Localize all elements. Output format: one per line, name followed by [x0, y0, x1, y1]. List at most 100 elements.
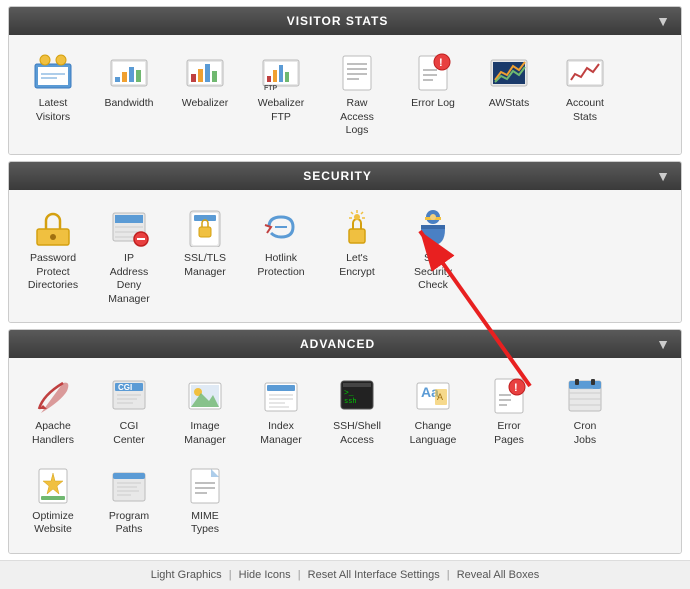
image-manager-icon — [184, 374, 226, 416]
ssh-shell-label: SSH/ShellAccess — [333, 420, 381, 447]
program-paths-icon — [108, 464, 150, 506]
cgi-center-item[interactable]: CGI CGICenter — [93, 368, 165, 453]
image-manager-item[interactable]: ImageManager — [169, 368, 241, 453]
advanced-header: ADVANCED ▼ — [9, 330, 681, 358]
ssl-tls-icon — [184, 206, 226, 248]
cron-jobs-label: CronJobs — [574, 420, 597, 447]
index-manager-icon — [260, 374, 302, 416]
mime-icon — [184, 464, 226, 506]
visitors-icon — [32, 51, 74, 93]
error-pages-item[interactable]: ! ErrorPages — [473, 368, 545, 453]
webalizer-ftp-label: WebalizerFTP — [258, 97, 305, 124]
visitor-stats-title: VISITOR STATS — [19, 14, 656, 28]
webalizer-label: Webalizer — [182, 97, 229, 111]
ssl-tls-label: SSL/TLSManager — [184, 252, 226, 279]
raw-access-label: RawAccessLogs — [340, 97, 374, 138]
security-title: SECURITY — [19, 169, 656, 183]
cgi-center-label: CGICenter — [113, 420, 145, 447]
visitor-stats-header: VISITOR STATS ▼ — [9, 7, 681, 35]
webalizer-ftp-icon: FTP — [260, 51, 302, 93]
ip-deny-label: IPAddressDenyManager — [108, 252, 149, 307]
bandwidth-item[interactable]: Bandwidth — [93, 45, 165, 144]
webalizer-icon — [184, 51, 226, 93]
hotlink-icon — [260, 206, 302, 248]
error-pages-label: ErrorPages — [494, 420, 524, 447]
visitor-stats-collapse[interactable]: ▼ — [656, 13, 671, 29]
advanced-body: ApacheHandlers CGI CGICenter — [9, 358, 681, 553]
svg-text:A: A — [437, 392, 443, 402]
light-graphics-link[interactable]: Light Graphics — [151, 569, 222, 581]
svg-text:>_: >_ — [344, 389, 354, 398]
error-log-label: Error Log — [411, 97, 455, 111]
latest-visitors-label: LatestVisitors — [36, 97, 70, 124]
program-paths-item[interactable]: ProgramPaths — [93, 458, 165, 543]
cron-jobs-item[interactable]: CronJobs — [549, 368, 621, 453]
optimize-icon — [32, 464, 74, 506]
hotlink-label: HotlinkProtection — [257, 252, 304, 279]
mime-types-item[interactable]: MIMETypes — [169, 458, 241, 543]
latest-visitors-item[interactable]: LatestVisitors — [17, 45, 89, 144]
lets-encrypt-label: Let'sEncrypt — [339, 252, 375, 279]
optimize-website-item[interactable]: OptimizeWebsite — [17, 458, 89, 543]
security-body: PasswordProtectDirectories IPAddressDeny… — [9, 190, 681, 323]
error-log-icon: ! — [412, 51, 454, 93]
cron-icon — [564, 374, 606, 416]
svg-text:!: ! — [514, 382, 518, 394]
apache-handlers-item[interactable]: ApacheHandlers — [17, 368, 89, 453]
program-paths-label: ProgramPaths — [109, 510, 149, 537]
password-icon — [32, 206, 74, 248]
webalizer-ftp-item[interactable]: FTP WebalizerFTP — [245, 45, 317, 144]
ip-deny-item[interactable]: IPAddressDenyManager — [93, 200, 165, 313]
change-language-label: ChangeLanguage — [410, 420, 457, 447]
image-manager-label: ImageManager — [184, 420, 225, 447]
awstats-icon — [488, 51, 530, 93]
language-icon: Aa A — [412, 374, 454, 416]
security-collapse[interactable]: ▼ — [656, 168, 671, 184]
visitor-stats-section: VISITOR STATS ▼ LatestVisitors — [8, 6, 682, 155]
webalizer-item[interactable]: Webalizer — [169, 45, 241, 144]
index-manager-item[interactable]: IndexManager — [245, 368, 317, 453]
svg-text:CGI: CGI — [118, 383, 132, 392]
mime-types-label: MIMETypes — [191, 510, 219, 537]
advanced-title: ADVANCED — [19, 337, 656, 351]
optimize-website-label: OptimizeWebsite — [32, 510, 73, 537]
lets-encrypt-item[interactable]: Let'sEncrypt — [321, 200, 393, 313]
ip-deny-icon — [108, 206, 150, 248]
ssh-shell-item[interactable]: >_ ssh SSH/ShellAccess — [321, 368, 393, 453]
apache-handlers-label: ApacheHandlers — [32, 420, 74, 447]
site-security-check-label: SiteSecurityCheck — [414, 252, 452, 293]
hotlink-protection-item[interactable]: HotlinkProtection — [245, 200, 317, 313]
error-log-item[interactable]: ! Error Log — [397, 45, 469, 144]
account-stats-icon — [564, 51, 606, 93]
reveal-all-boxes-link[interactable]: Reveal All Boxes — [457, 569, 540, 581]
change-language-item[interactable]: Aa A ChangeLanguage — [397, 368, 469, 453]
ssh-icon: >_ ssh — [336, 374, 378, 416]
security-section: SECURITY ▼ PasswordProtectDirectories — [8, 161, 682, 324]
advanced-collapse[interactable]: ▼ — [656, 336, 671, 352]
site-security-check-item[interactable]: SiteSecurityCheck — [397, 200, 469, 313]
index-manager-label: IndexManager — [260, 420, 301, 447]
advanced-section: ADVANCED ▼ ApacheHandlers — [8, 329, 682, 554]
cgi-icon: CGI — [108, 374, 150, 416]
raw-access-logs-item[interactable]: RawAccessLogs — [321, 45, 393, 144]
lets-encrypt-icon — [336, 206, 378, 248]
error-pages-icon: ! — [488, 374, 530, 416]
account-stats-label: AccountStats — [566, 97, 604, 124]
hide-icons-link[interactable]: Hide Icons — [239, 569, 291, 581]
security-header: SECURITY ▼ — [9, 162, 681, 190]
reset-settings-link[interactable]: Reset All Interface Settings — [308, 569, 440, 581]
ssl-tls-item[interactable]: SSL/TLSManager — [169, 200, 241, 313]
bandwidth-label: Bandwidth — [104, 97, 153, 111]
svg-text:ssh: ssh — [344, 398, 357, 406]
apache-icon — [32, 374, 74, 416]
awstats-item[interactable]: AWStats — [473, 45, 545, 144]
password-protect-item[interactable]: PasswordProtectDirectories — [17, 200, 89, 313]
visitor-stats-body: LatestVisitors Bandwidth — [9, 35, 681, 154]
bandwidth-icon — [108, 51, 150, 93]
footer-bar: Light Graphics | Hide Icons | Reset All … — [0, 560, 690, 589]
password-protect-label: PasswordProtectDirectories — [28, 252, 78, 293]
svg-text:FTP: FTP — [264, 85, 278, 92]
security-check-icon — [412, 206, 454, 248]
awstats-label: AWStats — [489, 97, 529, 111]
account-stats-item[interactable]: AccountStats — [549, 45, 621, 144]
